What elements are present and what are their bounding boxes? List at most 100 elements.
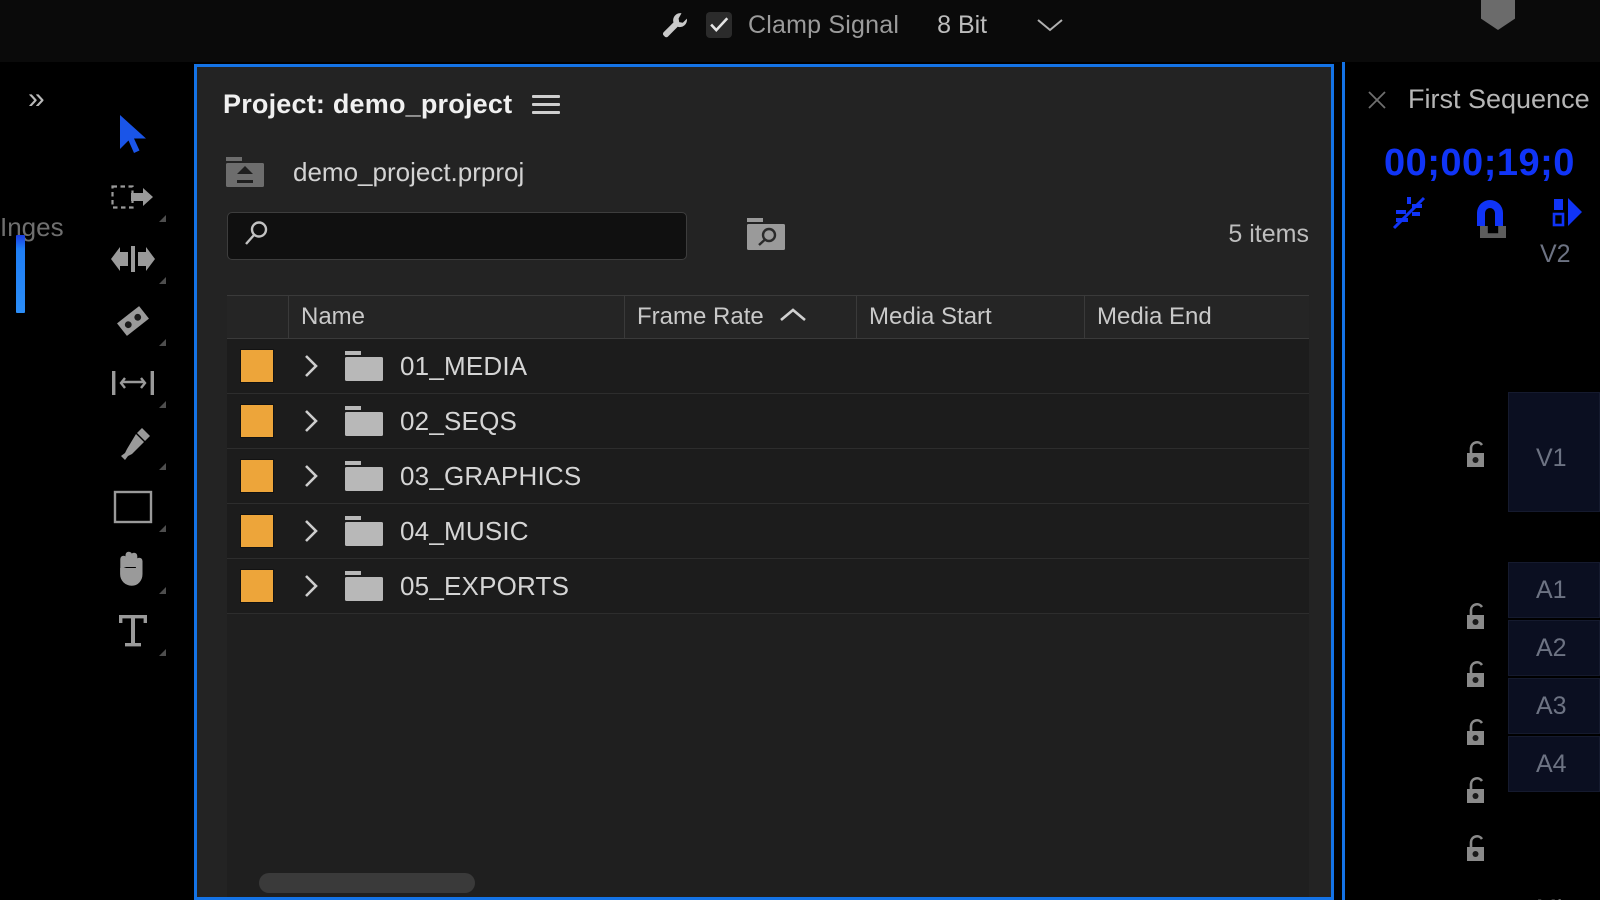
navigate-up-folder-icon[interactable]: [223, 155, 267, 189]
item-name: 01_MEDIA: [400, 350, 528, 381]
tool-flyout-indicator: [159, 463, 166, 470]
clamp-signal-checkbox[interactable]: [706, 12, 732, 38]
bit-depth-value[interactable]: 8 Bit: [937, 11, 987, 40]
search-input[interactable]: [280, 223, 660, 249]
unlock-icon-a1[interactable]: [1464, 602, 1490, 632]
tool-flyout-indicator: [159, 215, 166, 222]
app-root: Clamp Signal 8 Bit » Inges Project: demo…: [0, 0, 1600, 900]
ripple-edit-tool[interactable]: [96, 228, 170, 290]
hand-tool[interactable]: [96, 538, 170, 600]
track-label-mix: Mix: [1536, 895, 1575, 900]
unlock-icon-a2[interactable]: [1464, 660, 1490, 690]
folder-icon: [342, 569, 386, 603]
column-header-media-start[interactable]: Media Start: [857, 296, 1085, 338]
chevron-right-icon[interactable]: [288, 462, 334, 490]
folder-icon: [342, 459, 386, 493]
workspace-label: Inges: [0, 212, 64, 242]
rate-stretch-icon: [117, 306, 149, 336]
check-icon: [710, 17, 729, 33]
label-color-swatch[interactable]: [240, 404, 274, 438]
slip-icon: [112, 371, 154, 395]
column-header-frame-rate[interactable]: Frame Rate: [625, 296, 857, 338]
hand-icon: [120, 551, 143, 586]
linked-selection-icon[interactable]: [1390, 194, 1428, 237]
track-label-a3: A3: [1536, 692, 1567, 720]
rectangle-tool[interactable]: [96, 476, 170, 538]
column-header-name[interactable]: Name: [289, 296, 625, 338]
chevron-down-icon[interactable]: [1035, 16, 1065, 34]
chevron-right-icon[interactable]: [288, 517, 334, 545]
rate-stretch-tool[interactable]: [96, 290, 170, 352]
cursor-arrow-icon: [120, 115, 146, 153]
folder-icon: [342, 349, 386, 383]
tool-flyout-indicator: [159, 649, 166, 656]
timeline-timecode[interactable]: 00;00;19;0: [1384, 142, 1575, 185]
label-color-swatch[interactable]: [240, 514, 274, 548]
label-color-swatch[interactable]: [240, 569, 274, 603]
table-row[interactable]: 02_SEQS: [227, 394, 1309, 449]
table-row[interactable]: 04_MUSIC: [227, 504, 1309, 559]
track-label-a1: A1: [1536, 576, 1567, 604]
hamburger-menu-icon[interactable]: [532, 95, 561, 114]
unlock-icon-mix[interactable]: [1464, 834, 1490, 864]
horizontal-scrollbar[interactable]: [259, 873, 475, 893]
overflow-chevrons-button[interactable]: »: [28, 82, 45, 116]
timeline-focus-border: [1342, 62, 1345, 900]
folder-icon: [342, 514, 386, 548]
top-bar: Clamp Signal 8 Bit: [0, 0, 1600, 62]
track-label-v1: V1: [1536, 444, 1567, 472]
table-body: 01_MEDIA 02_SEQS 03_GRAPHICS 04_MUSIC 05_EXP…: [227, 339, 1309, 897]
clamp-signal-label: Clamp Signal: [748, 10, 900, 39]
unlock-icon-a4[interactable]: [1464, 776, 1490, 806]
table-header-row: Name Frame Rate Media Start Media End: [227, 295, 1309, 339]
search-icon: [242, 219, 272, 254]
track-select-forward-icon: [111, 185, 153, 209]
column-header-frame-rate-label: Frame Rate: [637, 303, 764, 330]
tool-flyout-indicator: [159, 587, 166, 594]
item-count-label: 5 items: [1228, 220, 1309, 248]
type-tool[interactable]: [96, 600, 170, 662]
project-item-table: Name Frame Rate Media Start Media End 01…: [227, 295, 1309, 897]
type-t-icon: [119, 615, 147, 647]
item-name: 03_GRAPHICS: [400, 460, 582, 491]
column-header-swatch[interactable]: [227, 296, 289, 338]
pen-tool[interactable]: [96, 414, 170, 476]
table-row[interactable]: 05_EXPORTS: [227, 559, 1309, 614]
chevron-right-icon[interactable]: [288, 572, 334, 600]
left-rail: » Inges: [0, 62, 194, 900]
wrench-icon[interactable]: [660, 10, 690, 40]
column-header-media-end[interactable]: Media End: [1085, 296, 1309, 338]
ripple-edit-icon: [111, 246, 155, 272]
chevron-right-icon[interactable]: [288, 407, 334, 435]
unlock-icon-a3[interactable]: [1464, 718, 1490, 748]
tool-flyout-indicator: [159, 401, 166, 408]
slip-tool[interactable]: [96, 352, 170, 414]
workspace-active-indicator: [16, 235, 25, 313]
breadcrumb-label[interactable]: demo_project.prproj: [293, 157, 524, 188]
track-select-forward-tool[interactable]: [96, 166, 170, 228]
find-in-folder-icon[interactable]: [743, 216, 789, 254]
project-panel-header: Project: demo_project: [223, 89, 561, 120]
close-icon[interactable]: [1364, 87, 1390, 113]
playhead-marker-icon[interactable]: [1481, 0, 1515, 30]
tool-flyout-indicator: [159, 277, 166, 284]
project-panel[interactable]: Project: demo_project demo_project.prpro…: [194, 64, 1334, 900]
track-label-a4: A4: [1536, 750, 1567, 778]
label-color-swatch[interactable]: [240, 459, 274, 493]
unlock-icon-v1[interactable]: [1464, 440, 1490, 470]
insert-overwrite-icon[interactable]: [1552, 196, 1584, 235]
column-header-media-end-label: Media End: [1097, 303, 1212, 330]
timeline-tab[interactable]: First Sequence: [1340, 84, 1590, 115]
table-row[interactable]: 01_MEDIA: [227, 339, 1309, 394]
search-box[interactable]: [227, 212, 687, 260]
selection-tool[interactable]: [96, 104, 170, 166]
chevron-right-icon[interactable]: [288, 352, 334, 380]
item-name: 05_EXPORTS: [400, 570, 570, 601]
table-row[interactable]: 03_GRAPHICS: [227, 449, 1309, 504]
folder-icon: [342, 404, 386, 438]
timeline-panel[interactable]: First Sequence 00;00;19;0 V2 V1 A1 A2 A3…: [1340, 62, 1600, 900]
tools-panel: [96, 104, 176, 662]
label-color-swatch[interactable]: [240, 349, 274, 383]
search-row: 5 items: [227, 212, 1309, 264]
track-label-v2: V2: [1540, 240, 1571, 268]
